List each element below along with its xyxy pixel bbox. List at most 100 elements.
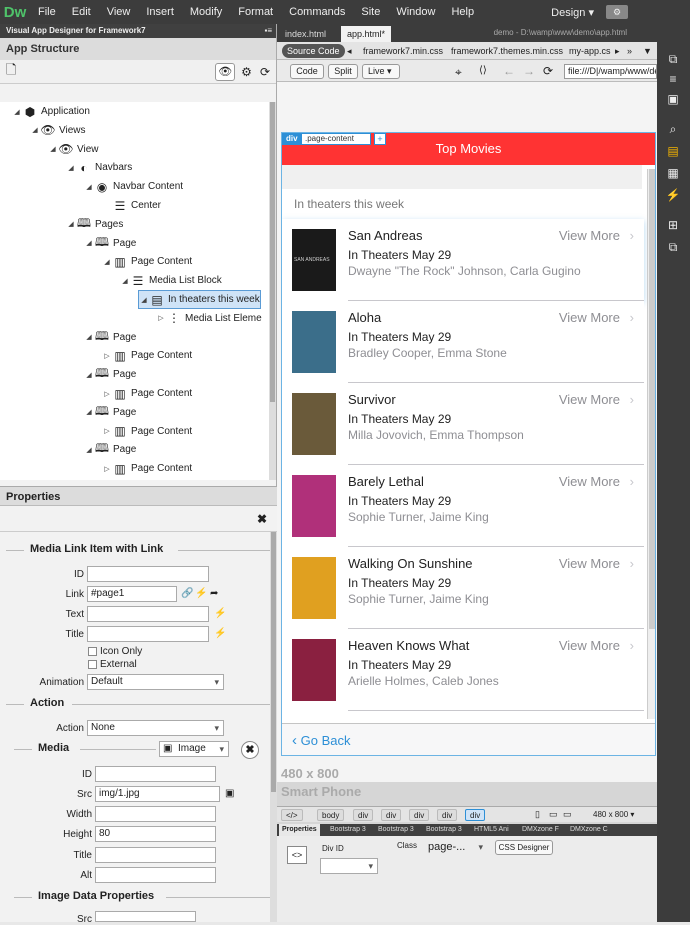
media-type-select[interactable]: ▣ Image — [159, 741, 229, 757]
menu-modify[interactable]: Modify — [182, 6, 230, 18]
div-tag-chip[interactable]: div — [353, 809, 374, 821]
menu-edit[interactable]: Edit — [64, 6, 99, 18]
expand-arrow-icon[interactable]: ◢ — [66, 164, 76, 172]
tree-node[interactable]: ◢ 👁 Views — [30, 121, 85, 140]
remove-media-icon[interactable]: ✖ — [241, 741, 259, 759]
animation-select[interactable]: Default — [87, 674, 224, 690]
tree-node[interactable]: ◢ ▥ Page Content — [102, 252, 192, 271]
title-input[interactable] — [87, 626, 209, 642]
media-id-input[interactable] — [95, 766, 216, 782]
tree-node[interactable]: ◢ 🕮 Page — [84, 403, 136, 422]
tree-node[interactable]: ▷ ▥ Page Content — [102, 422, 192, 441]
more-files-icon[interactable]: » — [627, 44, 632, 58]
expand-arrow-icon[interactable]: ◢ — [120, 277, 130, 285]
workspace-switcher[interactable]: Design ▾ — [539, 6, 606, 19]
database-icon[interactable]: ≡ — [665, 72, 681, 86]
menu-file[interactable]: File — [30, 6, 64, 18]
expand-arrow-icon[interactable]: ◢ — [66, 220, 76, 228]
dynamic-data-icon[interactable]: ⚡ — [195, 588, 207, 599]
forward-arrow-icon[interactable]: → — [523, 64, 535, 78]
tree-node[interactable]: ◢ 👁 View — [48, 140, 98, 159]
expand-arrow-icon[interactable]: ◢ — [12, 108, 22, 116]
close-icon[interactable]: ✖ — [257, 512, 267, 526]
eye-toggle-icon[interactable]: 👁 — [215, 62, 236, 81]
icon-only-checkbox[interactable] — [88, 647, 97, 656]
view-more-link[interactable]: View More — [559, 392, 620, 407]
add-class-icon[interactable]: + — [374, 133, 386, 145]
panel-tab[interactable]: Bootstrap 3 — [327, 824, 369, 836]
menu-help[interactable]: Help — [443, 6, 482, 18]
body-tag-chip[interactable]: body — [317, 809, 345, 821]
expand-arrow-icon[interactable]: ◢ — [139, 296, 149, 304]
file-tab-my-app-css[interactable]: my-app.cs — [569, 44, 611, 58]
expand-arrow-icon[interactable]: ▷ — [102, 427, 112, 435]
expand-arrow-icon[interactable]: ◢ — [84, 446, 94, 454]
tree-node[interactable]: ▷ ⋮ Media List Eleme — [156, 309, 261, 328]
element-tag[interactable]: div — [282, 133, 302, 145]
src-input[interactable]: img/1.jpg — [95, 786, 220, 802]
height-input[interactable]: 80 — [95, 826, 216, 842]
address-bar[interactable]: file:///D|/wamp/www/de — [564, 64, 657, 79]
split-view-button[interactable]: Split — [328, 64, 358, 79]
snippets-icon[interactable]: ▤ — [665, 144, 681, 158]
panel-tab[interactable]: Bootstrap 3 — [423, 824, 465, 836]
back-arrow-icon[interactable]: ← — [503, 64, 515, 78]
media-list-item[interactable]: Survivor View More › In Theaters May 29 Mill… — [282, 383, 644, 465]
dynamic-text-icon[interactable]: ⚡ — [214, 608, 226, 619]
selected-div-tag-chip[interactable]: div — [465, 809, 486, 821]
id-input[interactable] — [87, 566, 209, 582]
menu-view[interactable]: View — [99, 6, 139, 18]
class-tag[interactable]: .page-content — [301, 133, 371, 145]
action-select[interactable]: None — [87, 720, 224, 736]
menu-window[interactable]: Window — [388, 6, 443, 18]
browse-image-icon[interactable]: ▣ — [225, 788, 234, 799]
media-list-item[interactable]: Barely Lethal View More › In Theaters May 2… — [282, 465, 644, 547]
tab-app-html[interactable]: app.html* — [341, 26, 392, 42]
div-id-select[interactable] — [320, 858, 378, 874]
tab-index-html[interactable]: index.html — [279, 26, 332, 42]
expand-arrow-icon[interactable]: ▷ — [102, 465, 112, 473]
tree-node[interactable]: ◢ ◉ Navbar Content — [84, 177, 183, 196]
expand-arrow-icon[interactable]: ◢ — [30, 126, 40, 134]
tree-node[interactable]: ◢ ☰ Media List Block — [120, 271, 222, 290]
view-more-link[interactable]: View More — [559, 228, 620, 243]
share-arrow-icon[interactable]: ➦ — [210, 588, 218, 599]
insert-panel-icon[interactable]: ⧉ — [665, 52, 681, 66]
menu-insert[interactable]: Insert — [138, 6, 182, 18]
expand-arrow-icon[interactable]: ▷ — [102, 352, 112, 360]
src2-input[interactable] — [95, 911, 196, 922]
tree-node[interactable]: ▷ ▥ Page Content — [102, 459, 192, 478]
expand-arrow-icon[interactable]: ▷ — [102, 390, 112, 398]
menu-commands[interactable]: Commands — [281, 6, 353, 18]
media-title-input[interactable] — [95, 847, 216, 863]
settings-gear-icon[interactable]: ⚙ — [241, 65, 252, 79]
view-more-link[interactable]: View More — [559, 556, 620, 571]
desktop-size-icon[interactable]: ▭ — [563, 809, 572, 820]
link-icon[interactable]: 🔗 — [181, 588, 193, 599]
css-designer-button[interactable]: CSS Designer — [495, 840, 553, 855]
external-checkbox[interactable] — [88, 660, 97, 669]
inspect-icon[interactable]: ⌖ — [455, 65, 462, 80]
panel-tab[interactable]: HTML5 Ani — [471, 824, 512, 836]
expand-arrow-icon[interactable]: ▷ — [156, 314, 166, 322]
tree-node[interactable]: ◢ 🕮 Pages — [66, 215, 123, 234]
expand-arrow-icon[interactable]: ◢ — [84, 183, 94, 191]
left-arrow-icon[interactable]: ◂ — [347, 44, 352, 58]
mobile-size-icon[interactable]: ▯ — [535, 809, 540, 820]
filter-icon[interactable]: ▼ — [643, 44, 652, 58]
right-arrow-icon[interactable]: ▸ — [615, 44, 620, 58]
media-list-item[interactable]: Walking On Sunshine View More › In Theaters… — [282, 547, 644, 629]
div-tag-chip[interactable]: div — [437, 809, 458, 821]
files-icon[interactable]: ⧉ — [665, 240, 681, 254]
gear-icon[interactable]: ⚙ — [606, 5, 628, 19]
link-input[interactable]: #page1 — [87, 586, 177, 602]
panel-tab[interactable]: Bootstrap 3 — [375, 824, 417, 836]
panel-tab[interactable]: DMXzone C — [567, 824, 611, 836]
div-tag-chip[interactable]: div — [409, 809, 430, 821]
tree-node[interactable]: ▷ ▥ Page Content — [102, 346, 192, 365]
tree-node[interactable]: ◢ ▤ In theaters this week — [138, 290, 261, 309]
expand-arrow-icon[interactable]: ◢ — [84, 408, 94, 416]
code-tag-chip[interactable]: </> — [281, 809, 303, 821]
expand-arrow-icon[interactable]: ◢ — [84, 333, 94, 341]
code-navigator-icon[interactable]: ⟨⟩ — [479, 65, 487, 76]
